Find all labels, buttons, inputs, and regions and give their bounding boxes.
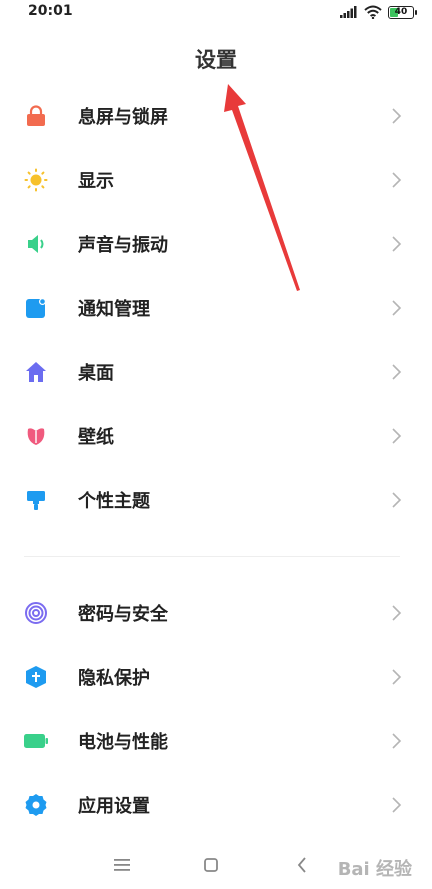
- settings-item[interactable]: 隐私保护: [0, 645, 432, 709]
- notification-icon: [24, 296, 48, 320]
- home-square-icon: [204, 858, 218, 872]
- settings-item[interactable]: 壁纸: [0, 404, 432, 468]
- settings-item-label: 桌面: [78, 363, 114, 384]
- home-icon: [24, 360, 48, 384]
- chevron-right-icon: [390, 107, 402, 125]
- section-divider: [24, 556, 400, 557]
- settings-item[interactable]: 个性主题: [0, 468, 432, 532]
- page-title: 设置: [195, 48, 237, 72]
- chevron-right-icon: [390, 604, 402, 622]
- settings-item[interactable]: 息屏与锁屏: [0, 84, 432, 148]
- chevron-right-icon: [390, 732, 402, 750]
- lock-icon: [24, 104, 48, 128]
- tulip-icon: [24, 424, 48, 448]
- battery-indicator: 40: [388, 5, 417, 19]
- chevron-right-icon: [390, 796, 402, 814]
- menu-icon: [114, 859, 130, 871]
- chevron-right-icon: [390, 299, 402, 317]
- menu-nav-button[interactable]: [110, 853, 134, 877]
- back-nav-button[interactable]: [290, 853, 314, 877]
- settings-item[interactable]: 声音与振动: [0, 212, 432, 276]
- settings-item-label: 显示: [78, 171, 114, 192]
- settings-item-label: 壁纸: [78, 427, 114, 448]
- signal-icon: [340, 6, 357, 18]
- settings-item[interactable]: 电池与性能: [0, 709, 432, 773]
- wifi-icon: [364, 5, 382, 19]
- settings-item[interactable]: 应用设置: [0, 773, 432, 837]
- settings-item[interactable]: 密码与安全: [0, 581, 432, 645]
- battery-icon: [24, 729, 48, 753]
- brush-icon: [24, 488, 48, 512]
- settings-item-label: 隐私保护: [78, 668, 150, 689]
- settings-item[interactable]: 通知管理: [0, 276, 432, 340]
- chevron-right-icon: [390, 363, 402, 381]
- chevron-right-icon: [390, 491, 402, 509]
- settings-item-label: 应用设置: [78, 796, 150, 817]
- settings-item-label: 个性主题: [78, 491, 150, 512]
- settings-item[interactable]: 桌面: [0, 340, 432, 404]
- chevron-right-icon: [390, 427, 402, 445]
- settings-item[interactable]: 显示: [0, 148, 432, 212]
- battery-label: 40: [394, 6, 408, 17]
- settings-item-label: 息屏与锁屏: [78, 107, 168, 128]
- settings-item-label: 密码与安全: [78, 604, 168, 625]
- gear-icon: [24, 793, 48, 817]
- status-time: 20:01: [28, 3, 73, 19]
- settings-item-label: 通知管理: [78, 299, 150, 320]
- settings-item-label: 声音与振动: [78, 235, 168, 256]
- back-icon: [297, 857, 306, 873]
- home-nav-button[interactable]: [199, 853, 223, 877]
- watermark: Bai 经验: [337, 859, 412, 880]
- fingerprint-icon: [24, 601, 48, 625]
- sun-icon: [24, 168, 48, 192]
- speaker-icon: [24, 232, 48, 256]
- chevron-right-icon: [390, 235, 402, 253]
- shield-icon: [24, 665, 48, 689]
- settings-item-label: 电池与性能: [78, 732, 168, 753]
- status-icons: 40: [340, 4, 417, 20]
- status-bar: 20:01 40: [0, 0, 432, 24]
- chevron-right-icon: [390, 171, 402, 189]
- chevron-right-icon: [390, 668, 402, 686]
